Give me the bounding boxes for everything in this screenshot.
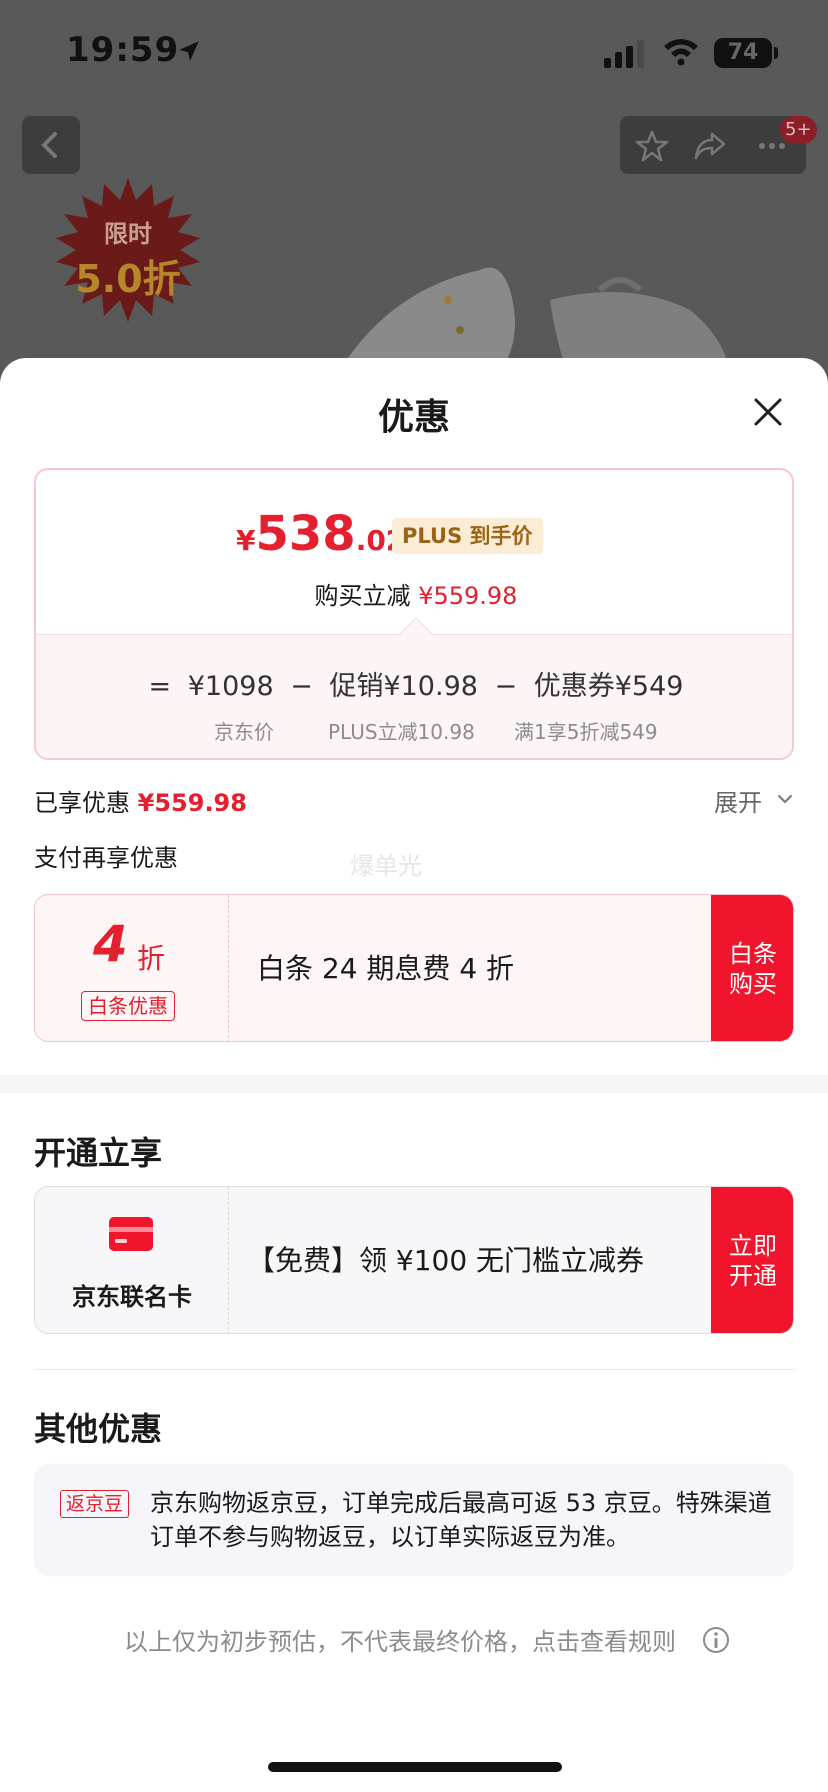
price-disclaimer-link[interactable]: 以上仅为初步预估，不代表最终价格，点击查看规则 [0, 1622, 800, 1657]
baitiao-discount-badge: 4 折 白条优惠 [35, 895, 229, 1041]
jd-price-label: 京东价 [214, 720, 274, 744]
payment-discount-title: 支付再享优惠 [34, 844, 178, 872]
share-icon[interactable] [692, 128, 728, 164]
baitiao-button-line2: 购买 [729, 970, 777, 998]
battery-indicator: 74 [714, 38, 772, 68]
reduction-label: 购买立减 [314, 582, 411, 610]
back-button[interactable] [22, 116, 80, 174]
chevron-down-icon[interactable] [776, 790, 794, 808]
enjoyed-label: 已享优惠 [34, 789, 130, 817]
price-formula: = ¥1098 − 促销¥10.98 − 优惠券¥549 [36, 664, 792, 703]
discount-sheet: 优惠 ¥538.02 PLUS 到手价 购买立减 ¥559.98 = ¥1098… [0, 358, 828, 1792]
info-icon[interactable] [702, 1626, 730, 1654]
jingdou-description: 京东购物返京豆，订单完成后最高可返 53 京豆。特殊渠道订单不参与购物返豆，以订… [150, 1489, 772, 1551]
baitiao-offer-card[interactable]: 4 折 白条优惠 白条 24 期息费 4 折 白条 购买 [34, 894, 794, 1042]
plus-price-tag: PLUS 到手价 [392, 518, 543, 554]
jd-card-description: 【免费】领 ¥100 无门槛立减券 [247, 1244, 645, 1277]
promo-label: PLUS立减10.98 [328, 720, 475, 744]
section-divider [0, 1075, 828, 1093]
chevron-left-icon [41, 132, 57, 158]
baitiao-discount-unit: 折 [137, 942, 166, 975]
formula-minus: − [494, 671, 518, 702]
expand-button[interactable]: 展开 [714, 783, 762, 818]
formula-promo: 促销¥10.98 [329, 671, 478, 702]
promo-label-limited: 限时 [104, 220, 152, 248]
formula-equals: = [148, 671, 172, 702]
background-product-page: 19:59 74 5+ 限时 5.0折 [0, 0, 828, 420]
home-indicator[interactable] [268, 1762, 562, 1772]
open-button-line1: 立即 [729, 1232, 777, 1260]
formula-coupon: 优惠券¥549 [533, 671, 684, 702]
baitiao-button-line1: 白条 [729, 940, 777, 968]
jd-card-name: 京东联名卡 [72, 1283, 192, 1311]
top-action-bar [620, 116, 806, 174]
reduction-value: ¥559.98 [418, 582, 518, 610]
open-now-button[interactable]: 立即 开通 [711, 1187, 793, 1333]
status-time: 19:59 [66, 30, 180, 70]
enjoyed-value: ¥559.98 [137, 789, 247, 817]
jd-card-badge: 京东联名卡 [35, 1187, 229, 1333]
location-arrow-icon [179, 41, 199, 61]
jingdou-tag: 返京豆 [60, 1490, 130, 1518]
price-currency: ¥ [236, 524, 256, 557]
baitiao-tag: 白条优惠 [81, 991, 175, 1021]
notification-badge: 5+ [780, 116, 817, 144]
star-icon[interactable] [634, 128, 670, 164]
wifi-icon [664, 39, 698, 66]
open-button-line2: 开通 [729, 1262, 777, 1290]
sheet-title: 优惠 [377, 397, 450, 438]
formula-jd-price: ¥1098 [187, 671, 274, 702]
jd-cobrand-card-offer[interactable]: 京东联名卡 【免费】领 ¥100 无门槛立减券 立即 开通 [34, 1186, 794, 1334]
jingdou-rebate-box: 返京豆 京东购物返京豆，订单完成后最高可返 53 京豆。特殊渠道订单不参与购物返… [34, 1464, 794, 1576]
coupon-label: 满1享5折减549 [514, 720, 658, 744]
final-price: ¥538.02 [236, 506, 405, 566]
battery-tip [774, 47, 778, 59]
price-summary-card: ¥538.02 PLUS 到手价 购买立减 ¥559.98 = ¥1098 − … [34, 468, 794, 760]
cellular-signal-icon [604, 40, 644, 68]
other-section-title: 其他优惠 [34, 1410, 163, 1448]
open-section-title: 开通立享 [34, 1134, 163, 1172]
formula-minus: − [290, 671, 313, 702]
purchase-reduction: 购买立减 ¥559.98 [36, 576, 792, 611]
enjoyed-discount: 已享优惠 ¥559.98 [34, 783, 247, 818]
status-bar: 19:59 74 [0, 0, 828, 110]
baitiao-discount-number: 4 [93, 915, 128, 973]
price-integer: 538 [255, 506, 356, 562]
baitiao-description: 白条 24 期息费 4 折 [257, 952, 515, 985]
divider-line [34, 1369, 794, 1370]
close-icon[interactable] [750, 394, 786, 430]
credit-card-icon [109, 1217, 153, 1251]
baitiao-buy-button[interactable]: 白条 购买 [711, 895, 793, 1041]
promo-label-discount: 5.0折 [75, 257, 181, 301]
watermark-text: 爆单光 [350, 852, 422, 880]
